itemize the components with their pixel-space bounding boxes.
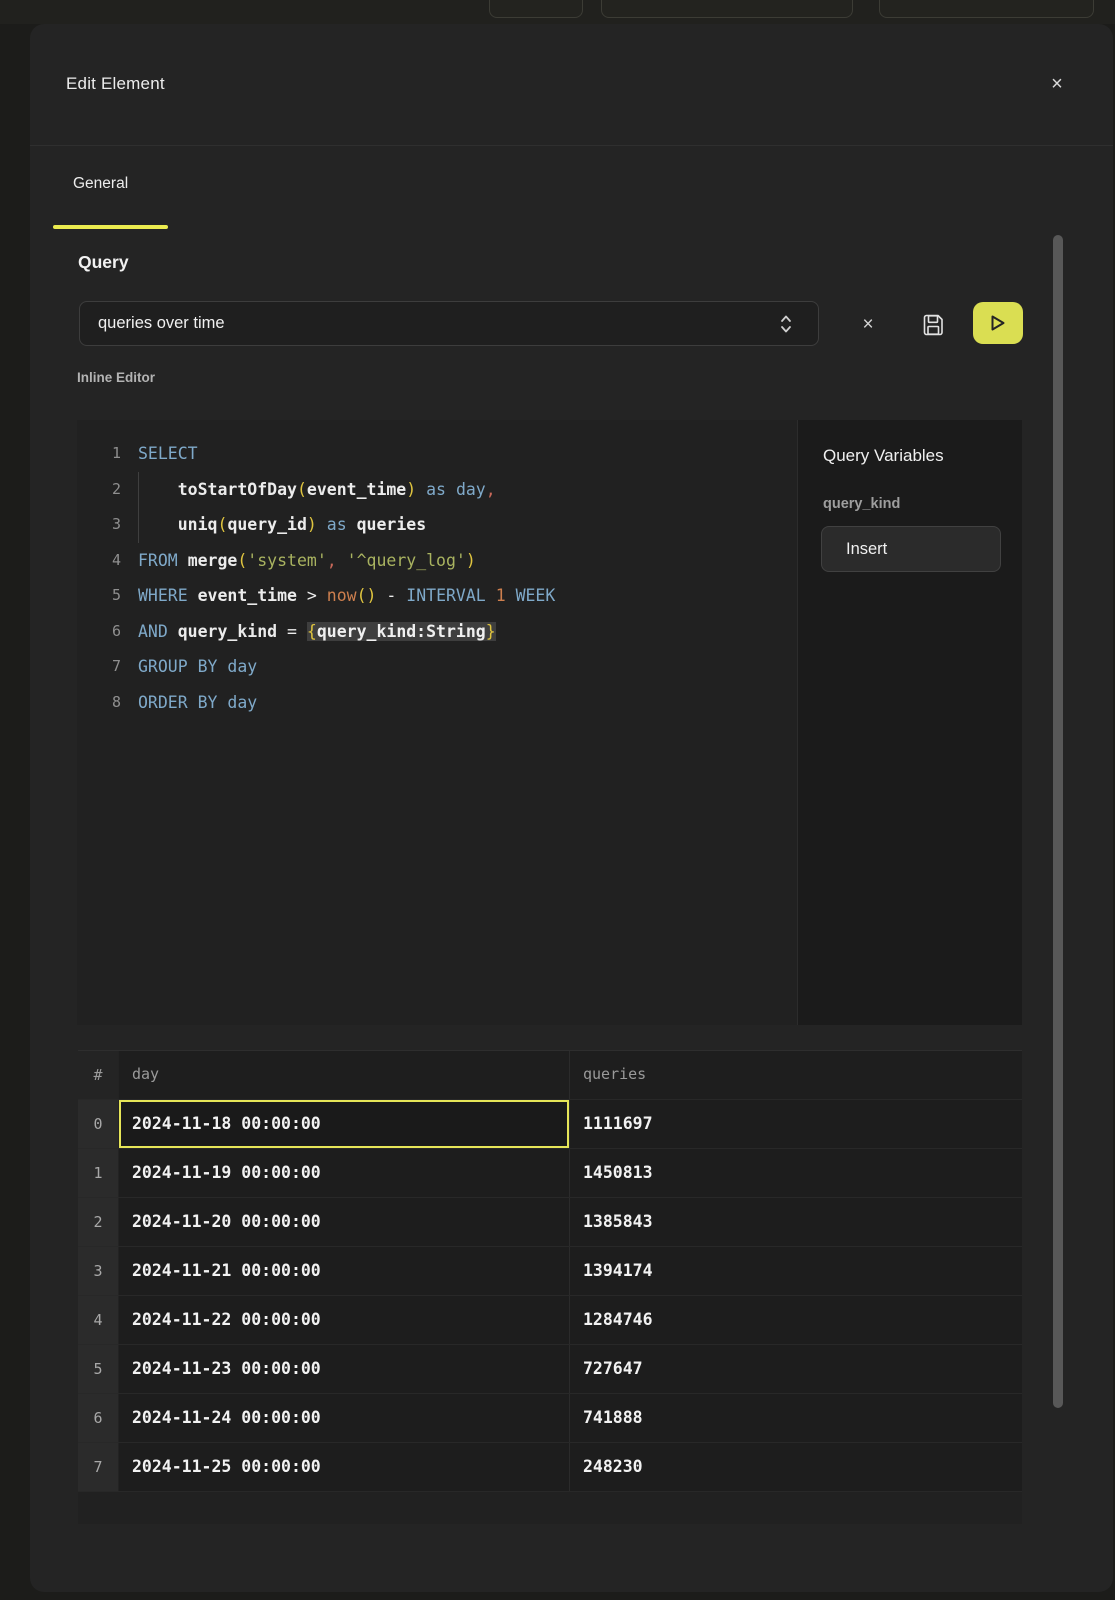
edit-element-modal: Edit Element × General Query queries ove… [30,24,1113,1592]
variable-name: query_kind [823,496,900,512]
code-line-text: FROM merge('system', '^query_log') [138,543,476,579]
day-cell-selected[interactable]: 2024-11-18 00:00:00 [119,1100,570,1148]
code-line-text: ORDER BY day [138,685,257,721]
query-select-value: queries over time [98,302,225,345]
table-row: 02024-11-18 00:00:001111697 [78,1100,1022,1149]
table-row: 42024-11-22 00:00:001284746 [78,1296,1022,1345]
tab-general[interactable]: General [73,174,128,194]
code-line-text: WHERE event_time > now() - INTERVAL 1 WE… [138,578,555,614]
code-line-text: SELECT [138,436,198,472]
line-number: 2 [77,472,121,508]
line-number: 7 [77,649,121,685]
table-row: 22024-11-20 00:00:001385843 [78,1198,1022,1247]
code-line: 2 toStartOfDay(event_time) as day, [77,472,797,508]
close-button[interactable]: × [1043,70,1071,98]
inline-editor-label: Inline Editor [77,370,155,385]
modal-title: Edit Element [66,73,165,95]
insert-variable-button[interactable]: Insert [821,526,1001,572]
table-row: 62024-11-24 00:00:00741888 [78,1394,1022,1443]
line-number: 5 [77,578,121,614]
query-select[interactable]: queries over time [79,301,819,346]
background-field [879,0,1094,18]
code-line: 8 ORDER BY day [77,685,797,721]
queries-cell[interactable]: 1450813 [570,1149,1022,1197]
results-table: # day queries 02024-11-18 00:00:00111169… [78,1050,1022,1524]
day-cell[interactable]: 2024-11-22 00:00:00 [119,1296,570,1344]
run-query-button[interactable] [973,302,1023,344]
day-cell[interactable]: 2024-11-20 00:00:00 [119,1198,570,1246]
table-row: 12024-11-19 00:00:001450813 [78,1149,1022,1198]
day-cell[interactable]: 2024-11-19 00:00:00 [119,1149,570,1197]
code-line-text: uniq(query_id) as queries [138,507,426,543]
line-number: 3 [77,507,121,543]
background-page-top [0,0,1115,24]
column-header-index: # [78,1051,119,1099]
code-line: 4 FROM merge('system', '^query_log') [77,543,797,579]
code-line: 6 AND query_kind = {query_kind:String} [77,614,797,650]
row-index-cell: 6 [78,1394,119,1442]
close-icon: × [1051,73,1063,95]
save-icon [922,313,945,337]
row-index-cell: 3 [78,1247,119,1295]
day-cell[interactable]: 2024-11-25 00:00:00 [119,1443,570,1491]
queries-cell[interactable]: 741888 [570,1394,1022,1442]
table-row: 72024-11-25 00:00:00248230 [78,1443,1022,1492]
clear-query-button[interactable]: × [856,313,880,337]
line-number: 8 [77,685,121,721]
screen: Edit Element × General Query queries ove… [0,0,1115,1600]
code-line: 7 GROUP BY day [77,649,797,685]
line-number: 6 [77,614,121,650]
background-field [601,0,853,18]
day-cell[interactable]: 2024-11-24 00:00:00 [119,1394,570,1442]
save-query-button[interactable] [918,309,948,341]
queries-cell[interactable]: 727647 [570,1345,1022,1393]
row-index-cell: 2 [78,1198,119,1246]
queries-cell[interactable]: 1284746 [570,1296,1022,1344]
query-variables-heading: Query Variables [823,446,944,466]
column-header-queries[interactable]: queries [570,1051,1022,1099]
day-cell[interactable]: 2024-11-23 00:00:00 [119,1345,570,1393]
modal-scrollbar-thumb[interactable] [1053,235,1063,1408]
x-icon: × [862,314,873,336]
line-number: 4 [77,543,121,579]
row-index-cell: 4 [78,1296,119,1344]
table-footer-strip [78,1492,1022,1524]
query-variables-panel: Query Variables query_kind Insert [797,420,1022,1025]
code-lines: 1SELECT2 toStartOfDay(event_time) as day… [77,436,797,720]
sql-code-editor[interactable]: 1SELECT2 toStartOfDay(event_time) as day… [77,420,797,1025]
row-index-cell: 1 [78,1149,119,1197]
column-header-day[interactable]: day [119,1051,570,1099]
queries-cell[interactable]: 1111697 [570,1100,1022,1148]
code-line-text: AND query_kind = {query_kind:String} [138,614,496,650]
code-line-text: toStartOfDay(event_time) as day, [138,472,496,508]
line-number: 1 [77,436,121,472]
sql-editor-container: 1SELECT2 toStartOfDay(event_time) as day… [77,420,1022,1025]
chevron-up-down-icon [780,313,792,335]
code-line: 5 WHERE event_time > now() - INTERVAL 1 W… [77,578,797,614]
background-field [489,0,583,18]
day-cell[interactable]: 2024-11-21 00:00:00 [119,1247,570,1295]
play-icon [989,313,1007,333]
row-index-cell: 0 [78,1100,119,1148]
table-header-row: # day queries [78,1051,1022,1100]
queries-cell[interactable]: 1394174 [570,1247,1022,1295]
row-index-cell: 5 [78,1345,119,1393]
queries-cell[interactable]: 1385843 [570,1198,1022,1246]
code-line: 3 uniq(query_id) as queries [77,507,797,543]
row-index-cell: 7 [78,1443,119,1491]
table-row: 32024-11-21 00:00:001394174 [78,1247,1022,1296]
table-body: 02024-11-18 00:00:00111169712024-11-19 0… [78,1100,1022,1492]
active-tab-underline [53,225,168,229]
code-line-text: GROUP BY day [138,649,257,685]
header-divider [30,145,1113,146]
query-section-heading: Query [78,252,129,273]
queries-cell[interactable]: 248230 [570,1443,1022,1491]
table-row: 52024-11-23 00:00:00727647 [78,1345,1022,1394]
code-line: 1 SELECT [77,436,797,472]
